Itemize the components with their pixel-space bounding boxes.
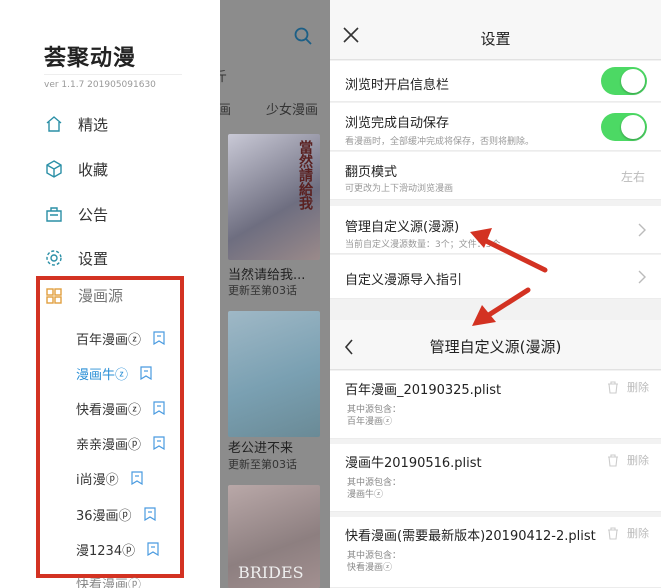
delete-button[interactable]: 删除 — [607, 379, 649, 395]
setting-label: 翻页模式 — [345, 165, 398, 180]
divider — [44, 74, 182, 75]
source-contains-value: 漫画牛ⓩ — [347, 490, 384, 500]
cover-title-art: 當然請給我 — [297, 140, 313, 210]
tab-fragment[interactable]: 斤 — [220, 66, 227, 85]
sources-header-label: 漫画源 — [78, 287, 124, 305]
source-label: 快看漫画ⓩ — [76, 402, 142, 418]
comic-list-overlay[interactable]: 斤 画 少女漫画 當然請給我 当然请给我... 更新至第03话 老公进不来 更新… — [220, 0, 330, 588]
setting-auto-save[interactable]: 浏览完成自动保存 看漫画时，全部缓冲完成将保存，否则将删除。 — [330, 103, 661, 151]
delete-label: 删除 — [627, 454, 649, 467]
source-item[interactable]: 漫画牛ⓩ — [76, 362, 152, 384]
source-item[interactable]: 百年漫画ⓩ — [76, 327, 165, 349]
chevron-right-icon — [638, 270, 646, 284]
search-icon[interactable] — [293, 26, 313, 46]
source-label: 漫1234ⓟ — [76, 543, 136, 559]
delete-button[interactable]: 删除 — [607, 525, 649, 541]
setting-description: 可更改为上下滑动浏览漫画 — [345, 184, 454, 194]
trash-icon — [608, 453, 618, 467]
app-version: ver 1.1.7 201905091630 — [44, 80, 156, 90]
page-mode-value: 左右 — [620, 170, 645, 184]
source-label: 36漫画ⓟ — [76, 508, 132, 524]
app-name: 荟聚动漫 — [44, 46, 137, 71]
nav-item-featured[interactable]: 精选 — [44, 110, 108, 138]
source-item[interactable]: i尚漫ⓟ — [76, 467, 143, 489]
trash-icon — [608, 380, 618, 394]
setting-label: 浏览完成自动保存 — [345, 116, 450, 131]
home-icon — [46, 116, 62, 132]
grid-icon — [46, 287, 62, 304]
source-item[interactable]: 36漫画ⓟ — [76, 503, 156, 525]
setting-manage-sources[interactable]: 管理自定义源(漫源) 当前自定义漫源数量：3个；文件：3个 — [330, 206, 661, 254]
tab-fragment[interactable]: 画 — [220, 99, 231, 118]
setting-page-mode[interactable]: 翻页模式 可更改为上下滑动浏览漫画 左右 — [330, 152, 661, 200]
source-item[interactable]: 漫1234ⓟ — [76, 538, 159, 560]
bookmark-icon[interactable] — [143, 507, 156, 521]
setting-import-guide[interactable]: 自定义漫源导入指引 — [330, 255, 661, 299]
source-item[interactable]: 亲亲漫画ⓟ — [76, 432, 165, 454]
source-contains-value: 快看漫画ⓩ — [347, 563, 393, 573]
delete-label: 删除 — [627, 527, 649, 540]
bookmark-icon[interactable] — [140, 366, 152, 380]
settings-panel: 设置 浏览时开启信息栏 浏览完成自动保存 看漫画时，全部缓冲完成将保存，否则将删… — [330, 0, 661, 588]
chevron-right-icon — [638, 223, 646, 237]
settings-title: 设置 — [480, 30, 511, 48]
setting-description: 当前自定义漫源数量：3个；文件：3个 — [345, 240, 501, 250]
auto-save-toggle[interactable] — [601, 113, 647, 141]
delete-button[interactable]: 删除 — [607, 452, 649, 468]
source-file-row[interactable]: 漫画牛20190516.plist 其中源包含： 漫画牛ⓩ 删除 — [330, 444, 661, 512]
manage-sources-title: 管理自定义源(漫源) — [429, 338, 562, 356]
source-file-name: 快看漫画(需要最新版本)20190412-2.plist — [345, 529, 596, 544]
sources-header[interactable]: 漫画源 — [44, 285, 123, 306]
comic-title[interactable]: 老公进不来 — [228, 437, 293, 456]
nav-label: 设置 — [78, 249, 109, 268]
screen: 荟聚动漫 ver 1.1.7 201905091630 精选 收藏 公告 设置 … — [0, 0, 661, 588]
info-bar-toggle[interactable] — [601, 67, 647, 95]
setting-description: 看漫画时，全部缓冲完成将保存，否则将删除。 — [345, 137, 535, 147]
nav-item-favorites[interactable]: 收藏 — [44, 155, 108, 183]
comic-update: 更新至第03话 — [228, 284, 297, 297]
comic-update: 更新至第03话 — [228, 458, 297, 471]
nav-item-notice[interactable]: 公告 — [44, 200, 108, 228]
bookmark-icon[interactable] — [153, 436, 165, 450]
source-label: 百年漫画ⓩ — [76, 332, 142, 348]
notice-icon — [46, 207, 62, 222]
trash-icon — [608, 526, 618, 540]
source-item[interactable]: 快看漫画ⓩ — [76, 397, 165, 419]
bookmark-icon[interactable] — [147, 542, 159, 556]
nav-item-settings[interactable]: 设置 — [44, 244, 108, 272]
comic-cover[interactable] — [228, 311, 320, 437]
source-label: 亲亲漫画ⓟ — [76, 437, 142, 453]
source-file-name: 百年漫画_20190325.plist — [345, 383, 502, 398]
source-file-row[interactable]: 快看漫画(需要最新版本)20190412-2.plist 其中源包含： 快看漫画… — [330, 517, 661, 588]
bookmark-icon[interactable] — [153, 401, 165, 415]
settings-header: 设置 — [330, 0, 661, 60]
source-label: i尚漫ⓟ — [76, 472, 119, 488]
setting-info-bar[interactable]: 浏览时开启信息栏 — [330, 61, 661, 102]
source-label: 漫画牛ⓩ — [76, 367, 129, 383]
tab-shoujo[interactable]: 少女漫画 — [266, 99, 318, 118]
source-item-partial[interactable]: 快看漫画ⓟ — [76, 574, 141, 588]
nav-label: 收藏 — [78, 160, 109, 179]
comic-title[interactable]: 当然请给我... — [228, 264, 305, 283]
box-icon — [46, 160, 62, 178]
setting-label: 自定义漫源导入指引 — [345, 273, 463, 288]
cover-title-art: BRIDES — [238, 563, 304, 582]
setting-label: 浏览时开启信息栏 — [345, 78, 450, 93]
source-file-row[interactable]: 百年漫画_20190325.plist 其中源包含： 百年漫画ⓩ 删除 — [330, 371, 661, 439]
side-drawer: 荟聚动漫 ver 1.1.7 201905091630 精选 收藏 公告 设置 … — [0, 0, 220, 588]
bookmark-icon[interactable] — [153, 331, 165, 345]
setting-label: 管理自定义源(漫源) — [345, 220, 460, 235]
sources-highlight-box — [36, 276, 184, 578]
source-file-name: 漫画牛20190516.plist — [345, 456, 482, 471]
gear-icon — [46, 250, 62, 266]
comic-cover[interactable]: 當然請給我 — [228, 134, 320, 260]
nav-label: 精选 — [78, 115, 109, 134]
bookmark-icon[interactable] — [131, 471, 143, 485]
nav-label: 公告 — [78, 205, 109, 224]
source-contains-value: 百年漫画ⓩ — [347, 417, 393, 427]
comic-cover[interactable]: BRIDES — [228, 485, 320, 588]
delete-label: 删除 — [627, 381, 649, 394]
